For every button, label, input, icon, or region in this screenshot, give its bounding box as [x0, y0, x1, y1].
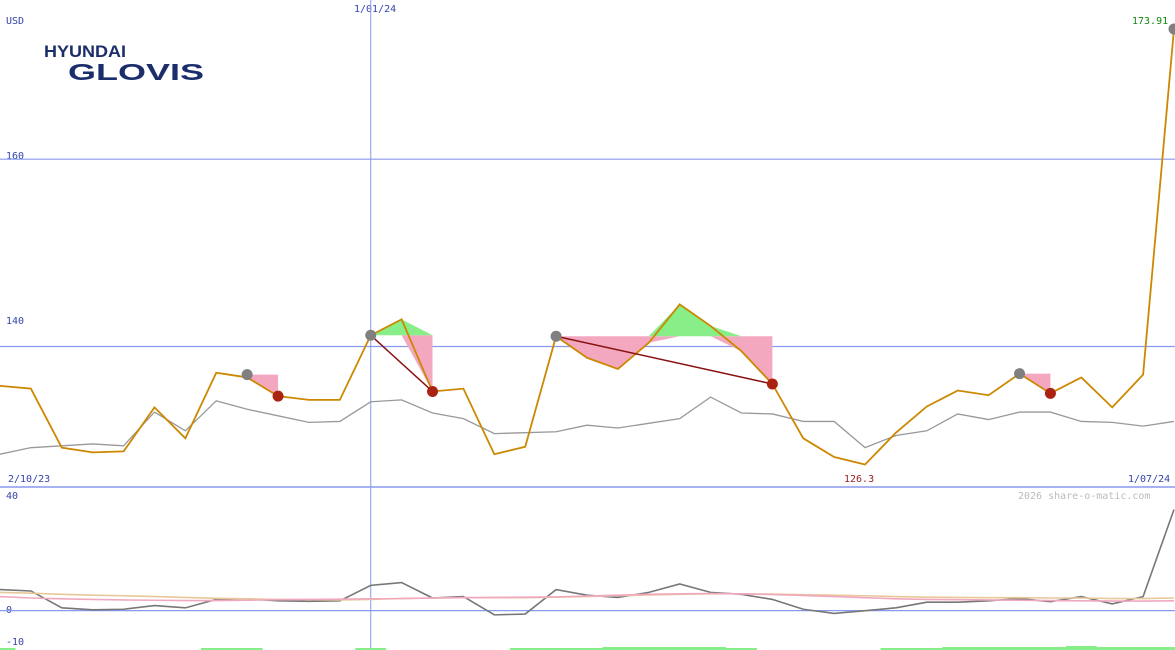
currency-label: USD	[6, 16, 24, 27]
osc-ytick-label-minus10: -10	[6, 637, 24, 648]
last-price-marker	[1168, 23, 1175, 35]
trough-marker-3	[1044, 387, 1056, 399]
trough-marker-0	[272, 390, 284, 402]
fill-up-region-1-13	[370, 319, 433, 336]
watermark: 2026 share-o-matic.com	[1018, 491, 1150, 502]
trough-marker-2	[766, 378, 778, 390]
fill-up-region-2-22	[648, 304, 742, 337]
peak-marker-1	[365, 329, 377, 341]
last-price-label: 173.91	[1132, 16, 1168, 27]
osc-series-0	[0, 509, 1175, 616]
peak-marker-0	[241, 369, 253, 381]
logo-line2: GLOVIS	[68, 59, 204, 85]
end-date-label: 1/07/24	[1128, 474, 1170, 485]
peak-marker-2	[550, 330, 562, 342]
osc-ytick-label-40: 40	[6, 491, 18, 502]
trough-marker-1	[427, 385, 439, 397]
low-price-label: 126.3	[844, 474, 874, 485]
start-date-label: 2/10/23	[8, 474, 50, 485]
average-line	[0, 396, 1175, 455]
price-line	[0, 28, 1175, 466]
ytick-label-140: 140	[6, 316, 24, 327]
ytick-label-160: 160	[6, 151, 24, 162]
peak-marker-3	[1014, 368, 1026, 380]
divider-date-label: 1/01/24	[354, 4, 396, 15]
company-logo: HYUNDAI GLOVIS	[44, 42, 204, 85]
osc-bar-35	[1065, 646, 1097, 650]
stock-chart: HYUNDAI GLOVIS USD 1/01/24 173.91 2/10/2…	[0, 0, 1175, 650]
